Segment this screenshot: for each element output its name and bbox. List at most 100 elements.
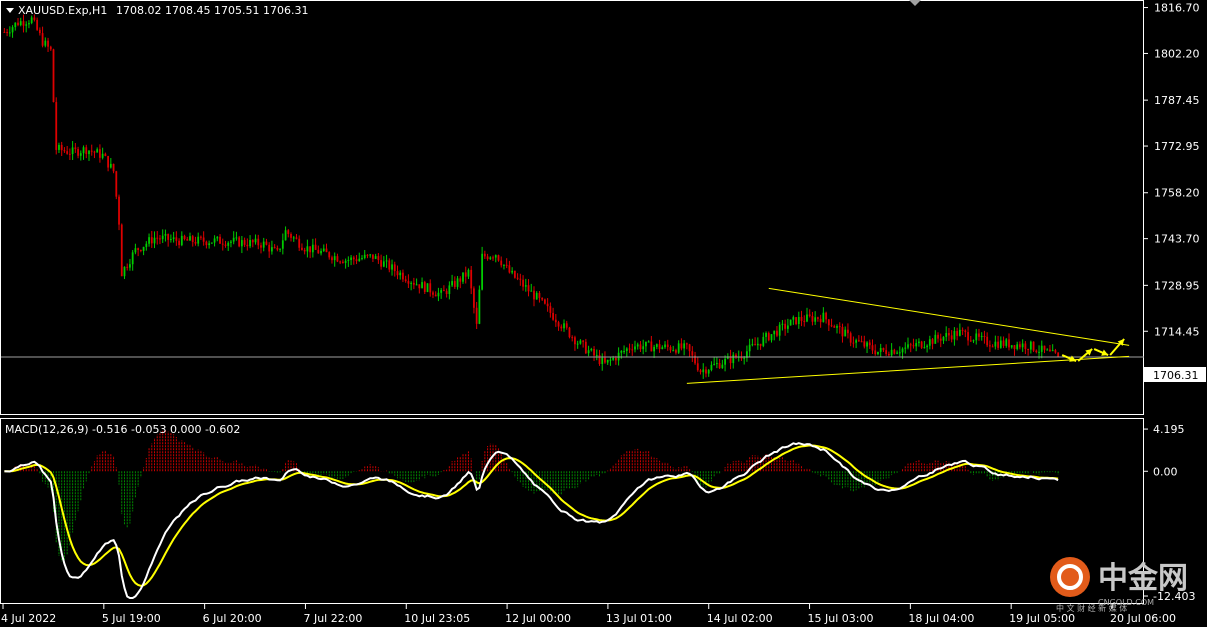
price-tick-label: 1787.45 — [1154, 94, 1200, 107]
candle-body — [754, 344, 757, 346]
candle-body — [464, 272, 467, 277]
candle-body — [333, 256, 336, 261]
candle-body — [817, 317, 819, 319]
macd-label: MACD(12,26,9) -0.516 -0.053 0.000 -0.602 — [5, 423, 240, 436]
candle-body — [530, 290, 533, 292]
chart-canvas[interactable]: 1816.70 1802.20 1787.45 1772.95 1758.20 1743.… — [0, 0, 1207, 627]
candle-body — [773, 330, 776, 335]
candle-body — [120, 224, 123, 277]
candle-body — [915, 343, 918, 347]
candle-body — [47, 40, 49, 47]
candle-body — [437, 292, 440, 297]
candle-body — [631, 349, 634, 351]
candle-body — [683, 343, 686, 349]
candle-body — [549, 306, 552, 313]
candle-body — [481, 253, 484, 290]
candle-body — [942, 336, 945, 341]
price-tick-label: 1714.45 — [1154, 325, 1200, 338]
triangle-trendlines[interactable] — [686, 287, 1130, 384]
candle-body — [503, 264, 505, 266]
candle-body — [926, 345, 929, 348]
candle-body — [1013, 345, 1016, 349]
watermark-tagline: 中 文 财 经 新 媒 体 — [1056, 603, 1127, 613]
candle-body — [159, 238, 161, 240]
candle-body — [803, 320, 806, 322]
candle-body — [221, 243, 224, 245]
candle-body — [415, 284, 418, 286]
candle-body — [14, 22, 17, 28]
candle-body — [841, 327, 844, 337]
time-tick-label: 15 Jul 03:00 — [808, 612, 874, 625]
candle-body — [696, 363, 699, 371]
symbol-menu-triangle-icon[interactable] — [6, 8, 14, 13]
candle-body — [213, 238, 216, 243]
candle-body — [418, 284, 421, 289]
candle-body — [560, 326, 563, 329]
candle-body — [462, 272, 464, 282]
candle-body — [11, 27, 14, 33]
candle-body — [301, 247, 303, 250]
candle-body — [552, 312, 554, 320]
ohlc-label: 1708.02 1708.45 1705.51 1706.31 — [116, 4, 308, 17]
candle-body — [442, 290, 445, 292]
price-tick-label: 1772.95 — [1154, 140, 1200, 153]
candle-body — [99, 149, 101, 158]
candle-body — [279, 248, 281, 250]
candle-body — [909, 344, 912, 346]
candle-body — [77, 149, 79, 156]
candle-body — [533, 290, 535, 300]
candle-body — [66, 151, 69, 154]
candle-body — [620, 351, 623, 353]
candle-body — [478, 289, 481, 324]
candle-body — [661, 347, 664, 350]
candle-body — [402, 272, 404, 280]
candle-body — [751, 344, 754, 346]
scroll-marker-icon[interactable] — [909, 0, 921, 6]
candle-body — [341, 261, 344, 263]
candle-body — [778, 324, 781, 336]
candle-body — [25, 24, 28, 26]
candle-body — [104, 153, 107, 156]
candle-body — [284, 230, 287, 241]
candle-body — [776, 330, 778, 336]
candle-body — [336, 256, 339, 262]
candle-body — [707, 370, 710, 374]
candle-body — [38, 29, 41, 34]
candle-body — [945, 333, 948, 337]
candle-body — [513, 270, 516, 278]
candle-body — [645, 341, 647, 347]
candle-body — [664, 344, 666, 348]
candle-body — [598, 355, 601, 364]
candle-body — [647, 341, 650, 343]
candle-body — [88, 150, 90, 155]
candle-body — [614, 357, 617, 361]
candle-body — [983, 335, 986, 337]
candle-body — [634, 346, 636, 350]
candle-body — [142, 246, 145, 251]
candle-body — [382, 261, 385, 267]
candle-body — [317, 249, 320, 254]
candle-body — [33, 17, 36, 20]
candle-body — [19, 21, 22, 26]
candle-body — [445, 290, 448, 295]
candle-body — [743, 357, 746, 359]
price-tick-label: 1758.20 — [1154, 187, 1200, 200]
symbol-label: XAUUSD.Exp,H1 — [18, 4, 107, 17]
candle-body — [857, 340, 860, 342]
candle-body — [251, 240, 254, 243]
candle-body — [1049, 349, 1051, 352]
candle-body — [721, 364, 724, 369]
price-tick-label: 1743.70 — [1154, 233, 1200, 246]
candle-body — [505, 264, 508, 266]
candle-body — [765, 333, 767, 337]
candle-body — [82, 147, 85, 154]
candle-body — [844, 329, 847, 337]
current-price-tag: 1706.31 — [1144, 367, 1206, 382]
candle-body — [202, 237, 205, 242]
candle-body — [167, 234, 170, 240]
candle-body — [358, 258, 361, 262]
price-axis: 1816.70 1802.20 1787.45 1772.95 1758.20 1743.… — [1144, 2, 1200, 385]
candle-body — [866, 342, 868, 347]
candle-body — [524, 285, 527, 287]
candle-body — [918, 341, 920, 344]
